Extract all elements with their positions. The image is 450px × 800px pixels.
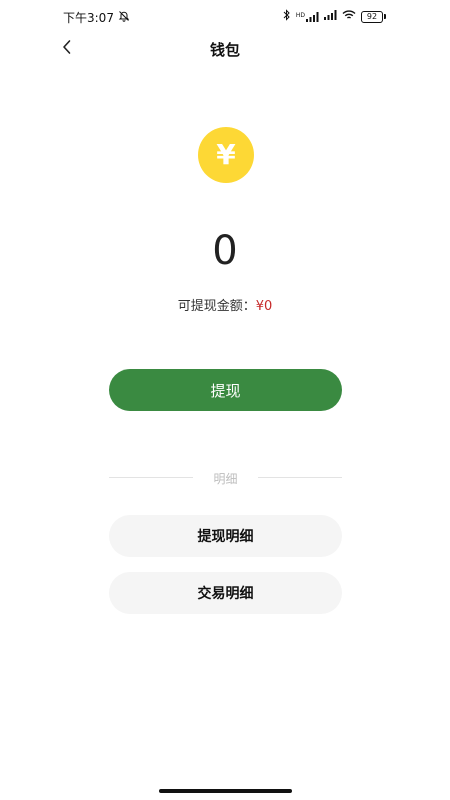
- details-divider: 明细: [109, 470, 342, 486]
- page-title: 钱包: [209, 41, 240, 59]
- signal-icon: [324, 10, 337, 23]
- withdrawable-label: 可提现金额：: [177, 299, 256, 314]
- withdraw-button[interactable]: 提现: [109, 369, 342, 411]
- details-section-label: 明细: [213, 472, 238, 486]
- withdrawable-amount: ¥0: [255, 299, 273, 314]
- battery-level: 92: [361, 10, 383, 23]
- balance-amount: 0: [212, 228, 238, 274]
- status-time: 下午3:07: [63, 11, 114, 25]
- yuan-coin-icon: ¥: [198, 127, 254, 183]
- transaction-detail-button[interactable]: 交易明细: [109, 572, 342, 614]
- home-indicator[interactable]: [159, 789, 292, 793]
- wifi-icon: [342, 10, 356, 23]
- header: 钱包: [0, 34, 450, 64]
- coin-symbol: ¥: [216, 138, 236, 171]
- withdraw-detail-button[interactable]: 提现明细: [109, 515, 342, 557]
- status-bar: 下午3:07 HD 92: [0, 0, 450, 34]
- battery-icon: 92: [361, 10, 386, 23]
- network-badge: HD: [295, 11, 305, 19]
- divider-line: [258, 477, 342, 478]
- withdrawable-info: 可提现金额：¥0: [0, 295, 450, 314]
- status-right: HD 92: [283, 9, 386, 24]
- status-left: 下午3:07: [63, 9, 130, 26]
- signal-icon: HD: [295, 11, 319, 22]
- muted-bell-icon: [118, 10, 130, 25]
- bluetooth-icon: [283, 9, 291, 24]
